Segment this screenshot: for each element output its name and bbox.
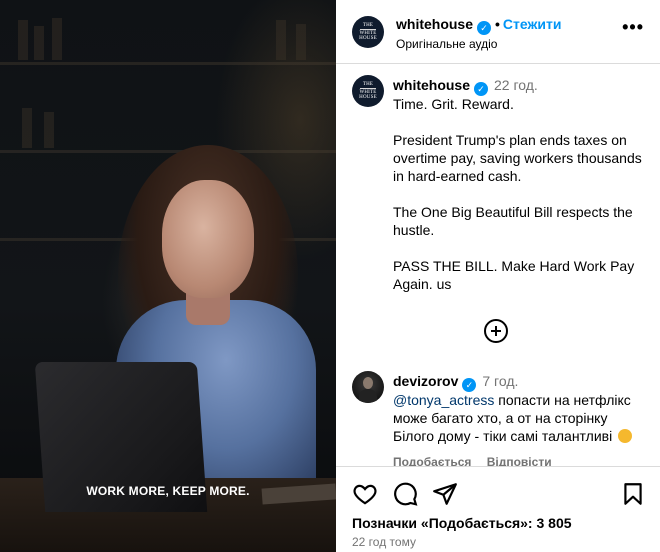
reel-video[interactable]: WORK MORE, KEEP MORE.	[0, 0, 336, 552]
comment-time[interactable]: 7 год.	[482, 373, 518, 389]
likes-count[interactable]: Позначки «Подобається»: 3 805	[352, 515, 572, 531]
caption-username[interactable]: whitehouse	[393, 77, 470, 93]
comment-reply-button[interactable]: Відповісти	[487, 455, 552, 466]
post-actions-bar: Позначки «Подобається»: 3 805 22 год том…	[336, 466, 660, 552]
avatar-text-line: HOUSE	[359, 95, 377, 100]
heart-icon[interactable]	[352, 481, 378, 507]
comment-header: devizorov ✓ 7 год.	[393, 373, 518, 392]
original-audio-link[interactable]: Оригінальне аудіо	[396, 37, 497, 51]
caption-text: Time. Grit. Reward. President Trump's pl…	[393, 96, 642, 292]
comment-username[interactable]: devizorov	[393, 373, 458, 389]
comment-actions: Подобається Відповісти	[393, 455, 564, 466]
bookmark-icon[interactable]	[620, 481, 646, 507]
comments-scroll-area[interactable]: THE WHITE HOUSE whitehouse ✓ 22 год. Time.…	[336, 65, 660, 466]
caption-author-avatar[interactable]: THE WHITE HOUSE	[352, 75, 384, 107]
book	[44, 112, 54, 148]
person-face	[162, 180, 254, 298]
share-paper-plane-icon[interactable]	[432, 481, 458, 507]
avatar-text-line: THE	[362, 23, 374, 28]
book	[18, 20, 28, 60]
verified-badge-icon: ✓	[477, 21, 492, 35]
book	[52, 18, 62, 60]
video-overlay-caption: WORK MORE, KEEP MORE.	[86, 484, 250, 498]
book	[22, 108, 32, 148]
comment-text: @tonya_actress попасти на нетфлікс може …	[393, 391, 648, 445]
book	[296, 24, 306, 60]
comment-like-button[interactable]: Подобається	[393, 455, 471, 466]
avatar-text-line: THE	[362, 82, 374, 87]
bookshelf	[0, 62, 336, 65]
author-line: whitehouse ✓ • Стежити	[396, 16, 562, 35]
post-header: THE WHITE HOUSE whitehouse ✓ • Стежити Ориг…	[336, 0, 660, 64]
author-username[interactable]: whitehouse	[396, 16, 473, 32]
caption-time[interactable]: 22 год.	[494, 77, 538, 93]
plus-circle-icon[interactable]	[484, 319, 508, 343]
more-options-icon[interactable]: •••	[622, 18, 644, 36]
post-panel: THE WHITE HOUSE whitehouse ✓ • Стежити Ориг…	[336, 0, 660, 552]
verified-badge-icon: ✓	[474, 82, 489, 96]
avatar-text-line: HOUSE	[359, 36, 377, 41]
commenter-avatar[interactable]	[352, 371, 384, 403]
comment-mention-link[interactable]: @tonya_actress	[393, 392, 494, 408]
bookshelf	[0, 150, 336, 153]
posted-time[interactable]: 22 год тому	[352, 535, 416, 549]
clapping-hands-icon	[618, 429, 633, 443]
follow-button[interactable]: Стежити	[503, 16, 562, 32]
author-avatar[interactable]: THE WHITE HOUSE	[352, 16, 384, 48]
caption-header: whitehouse ✓ 22 год.	[393, 77, 538, 96]
book	[34, 26, 44, 60]
verified-badge-icon: ✓	[462, 378, 477, 392]
separator-dot: •	[495, 16, 500, 32]
book	[276, 20, 286, 60]
comment-bubble-icon[interactable]	[392, 481, 418, 507]
